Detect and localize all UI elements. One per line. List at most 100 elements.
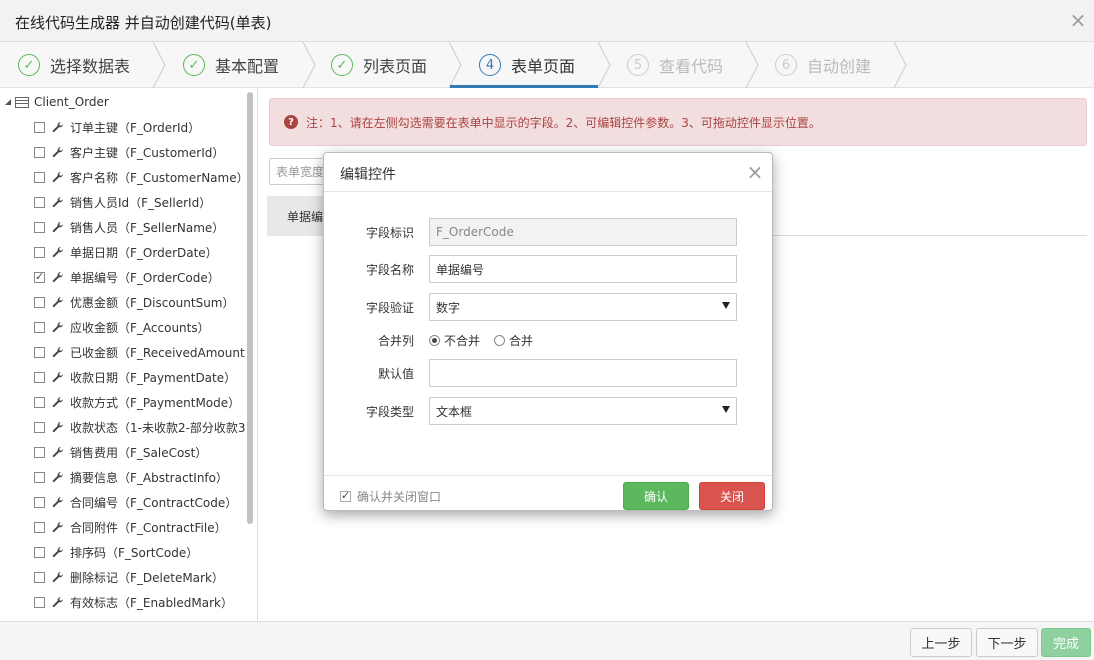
row-default: 默认值 xyxy=(324,359,772,387)
merge-yes-label[interactable]: 合并 xyxy=(509,332,533,349)
default-value-input[interactable] xyxy=(429,359,737,387)
step-view-code[interactable]: 5 查看代码 xyxy=(627,42,723,88)
tree-scrollbar[interactable] xyxy=(247,92,253,524)
step-basic-config[interactable]: ✓ 基本配置 xyxy=(183,42,279,88)
merge-yes-radio[interactable] xyxy=(494,334,506,346)
type-select[interactable]: 文本框 xyxy=(429,397,737,425)
wrench-icon xyxy=(52,596,64,608)
field-checkbox[interactable] xyxy=(34,421,45,433)
field-checkbox[interactable] xyxy=(34,246,45,258)
field-label: 客户名称（F_CustomerName） xyxy=(70,170,249,185)
tree-field-item[interactable]: 销售人员（F_SellerName） xyxy=(34,217,224,237)
tree-field-item[interactable]: 单据编号（F_OrderCode） xyxy=(34,267,220,287)
confirm-close-checkbox[interactable]: 确认并关闭窗口 xyxy=(340,488,441,505)
edit-control-dialog: 编辑控件 × 字段标识 F_OrderCode 字段名称 单据编号 字段验证 数… xyxy=(323,152,773,511)
wrench-icon xyxy=(52,321,64,333)
window-close-icon[interactable]: × xyxy=(1068,8,1088,32)
field-checkbox[interactable] xyxy=(34,221,45,233)
field-checkbox[interactable] xyxy=(34,496,45,508)
field-checkbox[interactable] xyxy=(34,571,45,583)
field-label: 删除标记（F_DeleteMark） xyxy=(70,570,224,585)
field-checkbox[interactable] xyxy=(34,171,45,183)
field-name-input[interactable]: 单据编号 xyxy=(429,255,737,283)
tree-field-item[interactable]: 收款日期（F_PaymentDate） xyxy=(34,367,236,387)
field-checkbox[interactable] xyxy=(34,446,45,458)
close-button[interactable]: 关闭 xyxy=(699,482,765,510)
field-checkbox[interactable] xyxy=(34,371,45,383)
field-checkbox[interactable] xyxy=(34,270,45,283)
window-titlebar: 在线代码生成器 并自动创建代码(单表) × xyxy=(0,0,1094,42)
tree-field-item[interactable]: 客户名称（F_CustomerName） xyxy=(34,167,249,187)
collapse-triangle-icon[interactable] xyxy=(4,98,12,106)
tree-field-item[interactable]: 应收金额（F_Accounts） xyxy=(34,317,210,337)
tree-field-item[interactable]: 合同附件（F_ContractFile） xyxy=(34,517,227,537)
step-chevron-icon xyxy=(893,42,907,88)
tree-field-item[interactable]: 客户主键（F_CustomerId） xyxy=(34,142,224,162)
wrench-icon xyxy=(52,296,64,308)
dialog-close-icon[interactable]: × xyxy=(746,160,764,184)
field-checkbox[interactable] xyxy=(34,471,45,483)
field-label: 收款方式（F_PaymentMode） xyxy=(70,395,241,410)
field-label: 收款日期（F_PaymentDate） xyxy=(70,370,237,385)
field-checkbox[interactable] xyxy=(34,396,45,408)
tree-field-item[interactable]: 单据日期（F_OrderDate） xyxy=(34,242,218,262)
field-checkbox[interactable] xyxy=(34,121,45,133)
step-list-page[interactable]: ✓ 列表页面 xyxy=(331,42,427,88)
step-chevron-icon xyxy=(597,42,611,88)
tree-field-item[interactable]: 排序码（F_SortCode） xyxy=(34,542,198,562)
wrench-icon xyxy=(52,146,64,158)
wrench-icon xyxy=(52,271,64,283)
field-checkbox[interactable] xyxy=(34,346,45,358)
step-select-table[interactable]: ✓ 选择数据表 xyxy=(18,42,130,88)
field-label: 单据日期（F_OrderDate） xyxy=(70,245,218,260)
form-control-item[interactable]: 单据编 xyxy=(267,196,327,236)
field-checkbox[interactable] xyxy=(34,521,45,533)
field-checkbox[interactable] xyxy=(34,321,45,333)
tree-field-item[interactable]: 收款状态（1-未收款2-部分收款3 xyxy=(34,417,246,437)
field-checkbox[interactable] xyxy=(34,146,45,158)
confirm-button[interactable]: 确认 xyxy=(623,482,689,510)
checkbox-icon[interactable] xyxy=(340,489,351,502)
tree-field-item[interactable]: 合同编号（F_ContractCode） xyxy=(34,492,237,512)
wizard-steps: ✓ 选择数据表 ✓ 基本配置 ✓ 列表页面 4 表单页面 5 查看代码 6 自动… xyxy=(0,42,1094,88)
row-field-id: 字段标识 F_OrderCode xyxy=(324,218,772,246)
tree-root[interactable]: Client_Order xyxy=(4,92,109,112)
tree-field-item[interactable]: 优惠金额（F_DiscountSum） xyxy=(34,292,235,312)
field-label: 销售费用（F_SaleCost） xyxy=(70,445,208,460)
field-id-label: 字段标识 xyxy=(365,225,414,240)
tree-field-item[interactable]: 有效标志（F_EnabledMark） xyxy=(34,592,233,612)
tree-field-item[interactable]: 订单主键（F_OrderId） xyxy=(34,117,200,137)
next-step-button[interactable]: 下一步 xyxy=(976,628,1038,657)
tree-field-item[interactable]: 删除标记（F_DeleteMark） xyxy=(34,567,224,587)
tree-field-item[interactable]: 销售费用（F_SaleCost） xyxy=(34,442,207,462)
field-checkbox[interactable] xyxy=(34,546,45,558)
tree-field-item[interactable]: 销售人员Id（F_SellerId） xyxy=(34,192,211,212)
tree-field-item[interactable]: 摘要信息（F_AbstractInfo） xyxy=(34,467,228,487)
tree-field-item[interactable]: 已收金额（F_ReceivedAmount xyxy=(34,342,245,362)
prev-step-button[interactable]: 上一步 xyxy=(910,628,972,657)
step-auto-create[interactable]: 6 自动创建 xyxy=(775,42,871,88)
field-checkbox[interactable] xyxy=(34,596,45,608)
step-chevron-icon xyxy=(745,42,759,88)
step-label: 查看代码 xyxy=(659,57,724,76)
wrench-icon xyxy=(52,546,64,558)
step-label: 列表页面 xyxy=(363,57,428,76)
finish-button[interactable]: 完成 xyxy=(1041,628,1091,657)
merge-no-radio[interactable] xyxy=(429,334,440,346)
field-checkbox[interactable] xyxy=(34,296,45,308)
field-label: 应收金额（F_Accounts） xyxy=(70,320,210,335)
field-label: 合同附件（F_ContractFile） xyxy=(70,520,227,535)
validation-select[interactable]: 数字 xyxy=(429,293,737,321)
validation-label: 字段验证 xyxy=(365,300,414,315)
field-label: 摘要信息（F_AbstractInfo） xyxy=(70,470,228,485)
merge-no-label[interactable]: 不合并 xyxy=(444,332,480,349)
tree-field-item[interactable]: 收款方式（F_PaymentMode） xyxy=(34,392,240,412)
step-form-page[interactable]: 4 表单页面 xyxy=(479,42,575,88)
wrench-icon xyxy=(52,571,64,583)
row-validation: 字段验证 数字 xyxy=(324,293,772,321)
wrench-icon xyxy=(52,171,64,183)
field-checkbox[interactable] xyxy=(34,196,45,208)
step-number-icon: 6 xyxy=(775,54,797,76)
step-chevron-icon xyxy=(302,42,316,88)
field-label: 客户主键（F_CustomerId） xyxy=(70,145,225,160)
